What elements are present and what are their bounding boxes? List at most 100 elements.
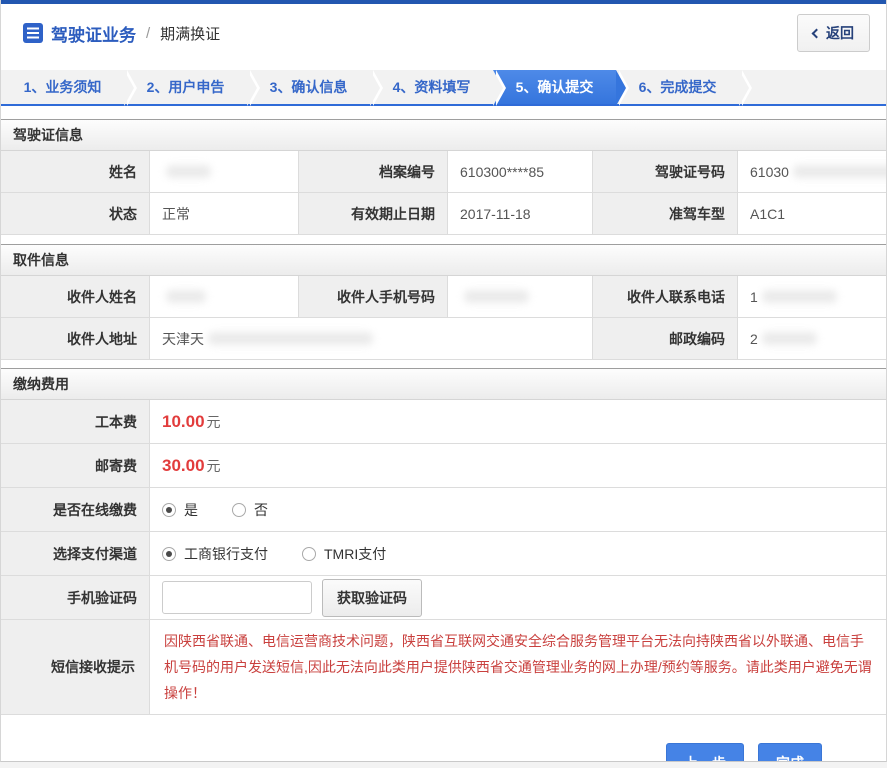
status-value: 正常 (150, 193, 298, 234)
postage-fee-unit: 元 (206, 457, 221, 474)
recipient-address-prefix: 天津天 (162, 330, 204, 347)
step-1-business-notice: 1、业务须知 (1, 70, 137, 106)
sms-code-row: 获取验证码 (150, 576, 886, 619)
recipient-address-value: 天津天 (150, 318, 592, 359)
step-label: 4、资料填写 (392, 79, 471, 95)
postage-fee-value: 30.00 元 (150, 444, 886, 487)
step-3-confirm-info: 3、确认信息 (247, 70, 383, 106)
page-title: 驾驶证业务 (51, 25, 136, 45)
title-separator: / (146, 24, 151, 42)
pickup-info-section: 取件信息 收件人姓名 收件人手机号码 收件人联系电话 1 收件人地址 天津天 邮… (1, 244, 886, 360)
online-payment-label: 是否在线缴费 (1, 488, 149, 531)
vehicle-class-label: 准驾车型 (593, 193, 737, 234)
redacted-license-number (792, 165, 886, 178)
valid-until-value: 2017-11-18 (448, 193, 592, 234)
radio-online-payment-yes[interactable]: 是 (162, 500, 198, 520)
online-payment-options: 是 否 (150, 488, 886, 531)
sms-notice-cell: 因陕西省联通、电信运营商技术问题，陕西省互联网交通安全综合服务管理平台无法向持陕… (150, 620, 886, 714)
pickup-section-title: 取件信息 (1, 245, 886, 276)
footer-actions: 上一步 完成 (1, 715, 886, 761)
recipient-phone-prefix: 1 (750, 288, 758, 305)
previous-step-button[interactable]: 上一步 (666, 743, 744, 761)
redacted-name (166, 165, 211, 178)
fees-table: 工本费 10.00 元 邮寄费 30.00 元 是否在线缴费 是 否 选择支付渠… (1, 400, 886, 715)
payment-channel-label: 选择支付渠道 (1, 532, 149, 575)
step-label: 1、业务须知 (23, 79, 102, 95)
redacted-recipient-phone (761, 290, 837, 303)
step-6-complete-submit: 6、完成提交 (616, 70, 752, 106)
redacted-recipient-address (208, 332, 373, 345)
postage-fee-label: 邮寄费 (1, 444, 149, 487)
radio-channel-tmri[interactable]: TMRI支付 (302, 544, 386, 564)
radio-unchecked-icon (232, 502, 246, 517)
fees-section-title: 缴纳费用 (1, 369, 886, 400)
license-number-label: 驾驶证号码 (593, 151, 737, 192)
recipient-address-label: 收件人地址 (1, 318, 149, 359)
radio-option-label: 工商银行支付 (184, 545, 268, 562)
status-label: 状态 (1, 193, 149, 234)
radio-checked-icon (162, 546, 176, 561)
recipient-phone-label: 收件人联系电话 (593, 276, 737, 317)
license-info-section: 驾驶证信息 姓名 档案编号 610300****85 驾驶证号码 61030 状… (1, 119, 886, 235)
redacted-recipient-mobile (464, 290, 529, 303)
recipient-mobile-value (448, 276, 592, 317)
name-value (150, 151, 298, 192)
file-number-value: 610300****85 (448, 151, 592, 192)
postal-code-value: 2 (738, 318, 886, 359)
license-number-prefix: 61030 (750, 163, 789, 180)
header: 驾驶证业务 / 期满换证 返回 (1, 4, 886, 62)
step-2-user-declaration: 2、用户申告 (124, 70, 260, 106)
cost-fee-unit: 元 (206, 413, 221, 430)
radio-unchecked-icon (302, 546, 316, 561)
step-label: 2、用户申告 (146, 79, 225, 95)
step-5-confirm-submit-current: 5、确认提交 (493, 70, 629, 106)
redacted-postal-code (761, 332, 817, 345)
redacted-recipient-name (166, 290, 206, 303)
pickup-info-table: 收件人姓名 收件人手机号码 收件人联系电话 1 收件人地址 天津天 邮政编码 2 (1, 276, 886, 360)
recipient-name-value (150, 276, 298, 317)
cost-fee-value: 10.00 元 (150, 400, 886, 443)
cost-fee-amount: 10.00 (162, 411, 205, 431)
step-4-fill-data: 4、资料填写 (370, 70, 506, 106)
vehicle-class-value: A1C1 (738, 193, 886, 234)
file-number-label: 档案编号 (299, 151, 447, 192)
sms-code-input[interactable] (162, 581, 312, 614)
back-button[interactable]: 返回 (797, 14, 870, 52)
page-subtitle: 期满换证 (160, 25, 221, 43)
step-label: 3、确认信息 (269, 79, 348, 95)
recipient-phone-value: 1 (738, 276, 886, 317)
step-progress-bar: 1、业务须知 2、用户申告 3、确认信息 4、资料填写 5、确认提交 6、完成提… (1, 70, 886, 106)
sms-notice-label: 短信接收提示 (1, 620, 149, 714)
postal-code-prefix: 2 (750, 330, 758, 347)
radio-option-label: 否 (254, 501, 268, 518)
step-label: 5、确认提交 (515, 79, 594, 95)
license-number-value: 61030 (738, 151, 886, 192)
recipient-name-label: 收件人姓名 (1, 276, 149, 317)
valid-until-label: 有效期止日期 (299, 193, 447, 234)
step-bar-filler (739, 70, 886, 104)
breadcrumb: 驾驶证业务 / 期满换证 (23, 21, 220, 46)
payment-channel-options: 工商银行支付 TMRI支付 (150, 532, 886, 575)
name-label: 姓名 (1, 151, 149, 192)
get-code-button[interactable]: 获取验证码 (322, 578, 422, 617)
recipient-mobile-label: 收件人手机号码 (299, 276, 447, 317)
fees-section: 缴纳费用 工本费 10.00 元 邮寄费 30.00 元 是否在线缴费 是 否 (1, 368, 886, 715)
page: 驾驶证业务 / 期满换证 返回 1、业务须知 2、用户申告 3、确认信息 4、资… (0, 0, 887, 762)
back-button-label: 返回 (826, 25, 854, 41)
sms-code-label: 手机验证码 (1, 576, 149, 619)
radio-checked-icon (162, 502, 176, 517)
radio-option-label: TMRI支付 (324, 545, 387, 562)
license-section-title: 驾驶证信息 (1, 120, 886, 151)
step-label: 6、完成提交 (638, 79, 717, 95)
postage-fee-amount: 30.00 (162, 455, 205, 475)
sms-notice-text: 因陕西省联通、电信运营商技术问题，陕西省互联网交通安全综合服务管理平台无法向持陕… (164, 633, 872, 701)
finish-button[interactable]: 完成 (758, 743, 822, 761)
radio-option-label: 是 (184, 501, 198, 518)
form-list-icon (23, 23, 43, 43)
radio-online-payment-no[interactable]: 否 (232, 500, 268, 520)
chevron-left-icon (811, 28, 822, 39)
cost-fee-label: 工本费 (1, 400, 149, 443)
license-info-table: 姓名 档案编号 610300****85 驾驶证号码 61030 状态 正常 有… (1, 151, 886, 235)
radio-channel-icbc[interactable]: 工商银行支付 (162, 544, 268, 564)
postal-code-label: 邮政编码 (593, 318, 737, 359)
